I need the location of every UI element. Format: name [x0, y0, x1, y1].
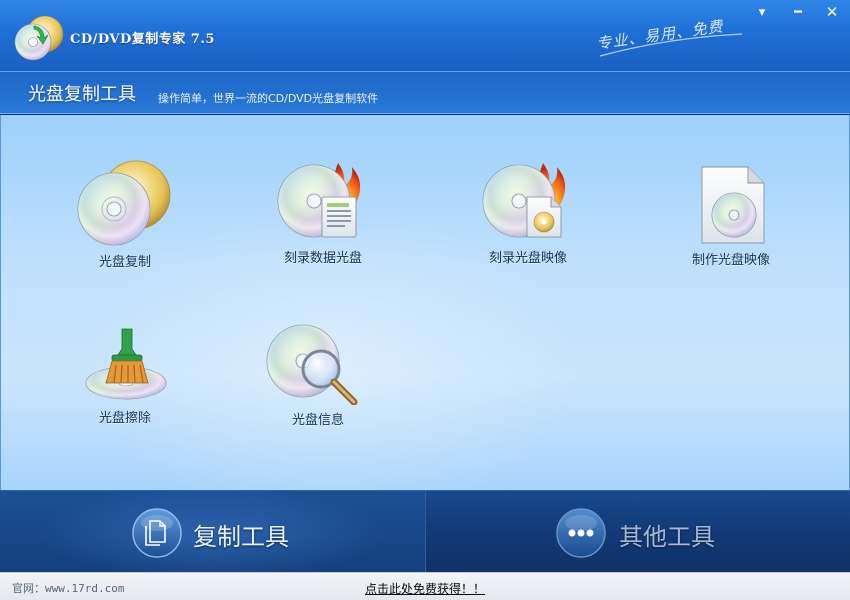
- header-band: 光盘复制工具 操作简单，世界一流的CD/DVD光盘复制软件: [0, 72, 850, 114]
- disc-info-icon: [266, 324, 358, 405]
- tab-copy-tools[interactable]: 复制工具: [0, 491, 425, 573]
- close-icon: ✕: [825, 3, 839, 21]
- tab-other-tools[interactable]: 其他工具: [426, 491, 850, 573]
- app-logo-icon: [14, 15, 64, 61]
- tab-label: 复制工具: [193, 523, 289, 551]
- tool-label: 刻录光盘映像: [488, 251, 567, 266]
- tools-panel: 光盘复制 刻录数据光盘 刻录光盘映像 制作光盘映像 光盘擦除 光盘信息: [0, 115, 850, 490]
- make-disc-image-icon: [701, 166, 765, 244]
- free-download-link[interactable]: 点击此处免费获得！！: [365, 580, 485, 597]
- more-dots-icon: [556, 508, 606, 558]
- app-title: CD/DVD复制专家 7.5: [70, 32, 215, 47]
- page-subtitle: 操作简单，世界一流的CD/DVD光盘复制软件: [158, 92, 379, 105]
- tool-make-disc-image[interactable]: 制作光盘映像: [671, 165, 791, 268]
- menu-dropdown-button[interactable]: ▾: [748, 2, 776, 22]
- tool-label: 制作光盘映像: [691, 253, 770, 268]
- page-title: 光盘复制工具: [28, 84, 136, 105]
- close-button[interactable]: ✕: [818, 2, 846, 22]
- official-site-text: 官网：www.17rd.com: [12, 582, 125, 595]
- tool-label: 光盘擦除: [98, 411, 151, 426]
- chevron-down-icon: ▾: [758, 4, 766, 20]
- disc-erase-icon: [85, 328, 167, 400]
- burn-disc-image-icon: [482, 163, 566, 238]
- minimize-icon: ━: [794, 4, 802, 20]
- status-bar: 官网：www.17rd.com 点击此处免费获得！！: [0, 572, 850, 600]
- minimize-button[interactable]: ━: [784, 2, 812, 22]
- tool-burn-disc-image[interactable]: 刻录光盘映像: [468, 159, 588, 266]
- tool-burn-data-disc[interactable]: 刻录数据光盘: [263, 159, 383, 266]
- tool-disc-erase[interactable]: 光盘擦除: [65, 325, 185, 426]
- disc-copy-icon: [77, 160, 171, 246]
- tab-label: 其他工具: [619, 523, 715, 551]
- tool-label: 光盘复制: [98, 255, 151, 270]
- tool-label: 光盘信息: [291, 413, 344, 428]
- title-bar[interactable]: CD/DVD复制专家 7.5 专业、易用、免费 ▾ ━ ✕: [0, 0, 850, 72]
- tool-label: 刻录数据光盘: [283, 251, 362, 266]
- tool-disc-info[interactable]: 光盘信息: [263, 323, 373, 428]
- tool-disc-copy[interactable]: 光盘复制: [65, 159, 185, 270]
- copy-document-icon: [132, 508, 182, 558]
- bottom-tab-bar: 复制工具 其他工具: [0, 490, 850, 573]
- burn-data-disc-icon: [277, 163, 361, 238]
